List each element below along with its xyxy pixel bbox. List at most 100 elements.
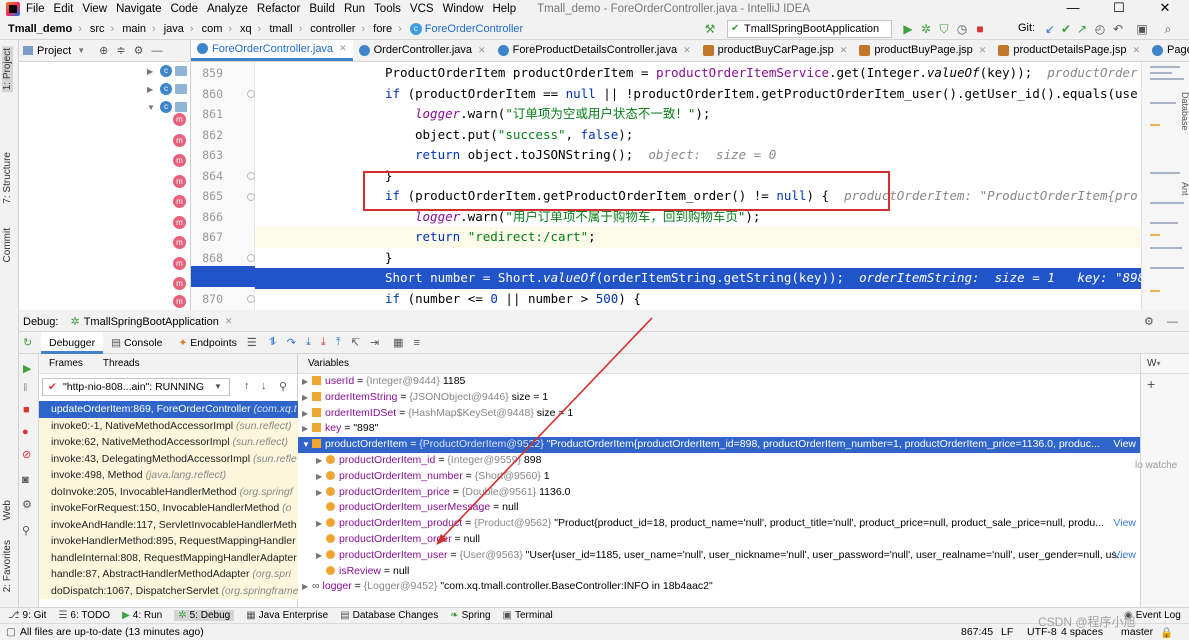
chevron-right-icon[interactable]: ▶ — [316, 485, 326, 501]
breadcrumb-controller[interactable]: controller — [310, 23, 355, 35]
hammer-build-icon[interactable]: ⚒ — [702, 21, 718, 37]
stop-icon[interactable]: ■ — [23, 404, 30, 416]
tab-threads[interactable]: Threads — [103, 358, 140, 369]
variable-row[interactable]: ▶ orderItemString = {JSONObject@9446} siz… — [298, 390, 1140, 406]
chevron-down-icon[interactable]: ▼ — [77, 46, 85, 55]
chevron-right-icon[interactable]: ▶ — [302, 421, 312, 437]
chevron-right-icon[interactable]: ▶ — [302, 406, 312, 422]
menu-build[interactable]: Build — [309, 3, 335, 15]
menu-window[interactable]: Window — [443, 3, 484, 15]
run-to-cursor-icon[interactable]: ⇥ — [370, 336, 379, 349]
tree-item[interactable]: m — [173, 274, 186, 292]
menu-vcs[interactable]: VCS — [410, 3, 434, 15]
frame-item[interactable]: invokeAndHandle:117, ServletInvocableHan… — [39, 516, 298, 533]
close-icon[interactable]: ✕ — [339, 43, 347, 54]
view-link[interactable]: View — [1113, 437, 1136, 453]
frame-item[interactable]: invokeHandlerMethod:895, RequestMappingH… — [39, 533, 298, 550]
chevron-right-icon[interactable]: ▶ — [302, 390, 312, 406]
tab-productbuypage[interactable]: productBuyPage.jsp ✕ — [853, 40, 992, 61]
tab-pageutil[interactable]: PageUtil — [1146, 40, 1189, 61]
lock-icon[interactable]: 🔒 — [1160, 626, 1173, 639]
chevron-down-icon[interactable]: ▼ — [147, 103, 157, 112]
variable-row[interactable]: ▶ productOrderItem_number = {Short@9560} … — [298, 469, 1140, 485]
variable-row[interactable]: productOrderItem_order = null — [298, 532, 1140, 548]
run-configuration-select[interactable]: TmallSpringBootApplication — [727, 20, 892, 38]
frame-item[interactable]: updateOrderItem:869, ForeOrderController… — [39, 401, 298, 418]
breadcrumb-tmall[interactable]: tmall — [269, 23, 292, 35]
view-link[interactable]: View — [1113, 516, 1136, 532]
tab-console[interactable]: ▤ Console — [103, 332, 170, 354]
tab-ordercontroller[interactable]: OrderController.java ✕ — [353, 40, 492, 61]
close-window-button[interactable]: ✕ — [1142, 0, 1188, 18]
collapse-icon[interactable]: ≑ — [116, 44, 125, 57]
frame-item[interactable]: handle:87, AbstractHandlerMethodAdapter … — [39, 566, 298, 583]
caret-position[interactable]: 867:45 — [961, 626, 993, 638]
pin-icon[interactable]: ⚲ — [22, 524, 30, 537]
add-watch-icon[interactable]: + — [1147, 376, 1155, 392]
variable-row[interactable]: ▶ productOrderItem_user = {User@9563} "Us… — [298, 548, 1140, 564]
hide-icon[interactable]: — — [151, 45, 162, 57]
frame-item[interactable]: invokeForRequest:150, InvocableHandlerMe… — [39, 500, 298, 517]
more-icon[interactable]: ≡ — [413, 337, 419, 349]
close-icon[interactable]: ✕ — [683, 45, 691, 56]
chevron-right-icon[interactable]: ▶ — [302, 579, 312, 595]
frame-item[interactable]: doInvoke:205, InvocableHandlerMethod (or… — [39, 483, 298, 500]
chevron-down-icon[interactable]: ▼ — [214, 382, 222, 391]
chevron-right-icon[interactable]: ▶ — [302, 374, 312, 390]
web-tool-tab[interactable]: Web — [2, 500, 13, 520]
git-commit-icon[interactable]: ✔ — [1058, 21, 1074, 37]
breadcrumb-com[interactable]: com — [202, 23, 223, 35]
favorites-tool-tab[interactable]: 2: Favorites — [2, 540, 13, 592]
variable-row-selected[interactable]: ▼ productOrderItem = {ProductOrderItem@95… — [298, 437, 1140, 453]
close-icon[interactable]: ✕ — [979, 45, 987, 56]
watches-header[interactable]: W▾ — [1141, 354, 1189, 374]
minimize-button[interactable]: — — [1050, 0, 1096, 18]
git-push-icon[interactable]: ↗ — [1074, 21, 1090, 37]
tree-item[interactable]: m — [173, 131, 186, 149]
spring-tool-button[interactable]: ❧ Spring — [450, 610, 490, 621]
fold-marker-icon[interactable] — [247, 193, 255, 201]
tree-item[interactable]: m — [173, 172, 186, 190]
chevron-right-icon[interactable]: ▶ — [316, 469, 326, 485]
chevron-right-icon[interactable]: ▶ — [316, 453, 326, 469]
frame-item[interactable]: invoke:43, DelegatingMethodAccessorImpl … — [39, 450, 298, 467]
menu-refactor[interactable]: Refactor — [257, 3, 300, 15]
step-into-icon[interactable]: ⤓ — [306, 336, 311, 349]
tab-productbuycarpage[interactable]: productBuyCarPage.jsp ✕ — [697, 40, 854, 61]
force-step-into-icon[interactable]: ⤓ — [321, 336, 326, 349]
java-enterprise-tool-button[interactable]: ▦ Java Enterprise — [246, 610, 328, 621]
menu-tools[interactable]: Tools — [374, 3, 401, 15]
debug-session-tab[interactable]: ✲ TmallSpringBootApplication ✕ — [70, 315, 232, 329]
variable-row[interactable]: ▶ key = "898" — [298, 421, 1140, 437]
close-icon[interactable]: ✕ — [478, 45, 486, 56]
variable-row[interactable]: isReview = null — [298, 564, 1140, 580]
gear-icon[interactable]: ⚙ — [1144, 315, 1154, 328]
menu-navigate[interactable]: Navigate — [116, 3, 161, 15]
tree-item[interactable]: m — [173, 213, 186, 231]
editor-minimap-scrollbar[interactable]: Database Ant — [1141, 62, 1189, 310]
breadcrumb-project[interactable]: Tmall_demo — [8, 23, 72, 35]
breadcrumb-java[interactable]: java — [164, 23, 184, 35]
project-panel-title[interactable]: Project — [37, 45, 71, 57]
chevron-down-icon[interactable]: ▼ — [302, 437, 312, 453]
debug-tool-button[interactable]: ✲ 5: Debug — [174, 610, 235, 621]
variable-row[interactable]: ▶ productOrderItem_product = {Product@956… — [298, 516, 1140, 532]
chevron-right-icon[interactable]: ▶ — [147, 67, 157, 76]
database-changes-tool-button[interactable]: ▤ Database Changes — [340, 610, 438, 621]
view-link[interactable]: View — [1113, 548, 1136, 564]
resume-icon[interactable]: ▶ — [23, 362, 31, 375]
variable-row[interactable]: ▶ productOrderItem_price = {Double@9561} … — [298, 485, 1140, 501]
filter-icon[interactable]: ⚲ — [279, 380, 287, 393]
history-icon[interactable]: ◴ — [1092, 21, 1108, 37]
breadcrumb-main[interactable]: main — [122, 23, 146, 35]
mute-breakpoints-icon[interactable]: ⊘ — [22, 448, 31, 461]
chevron-right-icon[interactable]: ▶ — [316, 548, 326, 564]
variable-row[interactable]: ▶ productOrderItem_id = {Integer@9559} 89… — [298, 453, 1140, 469]
show-execution-point-icon[interactable]: ⥮ — [269, 336, 277, 349]
todo-tool-button[interactable]: ☰ 6: TODO — [58, 610, 110, 621]
variable-row[interactable]: ▶ orderItemIDSet = {HashMap$KeySet@9448} … — [298, 406, 1140, 422]
rerun-icon[interactable]: ↻ — [23, 336, 39, 349]
maximize-button[interactable]: ☐ — [1096, 0, 1142, 18]
structure-tool-tab[interactable]: 7: Structure — [2, 152, 13, 204]
ant-tool-tab[interactable]: Ant — [1180, 182, 1189, 196]
